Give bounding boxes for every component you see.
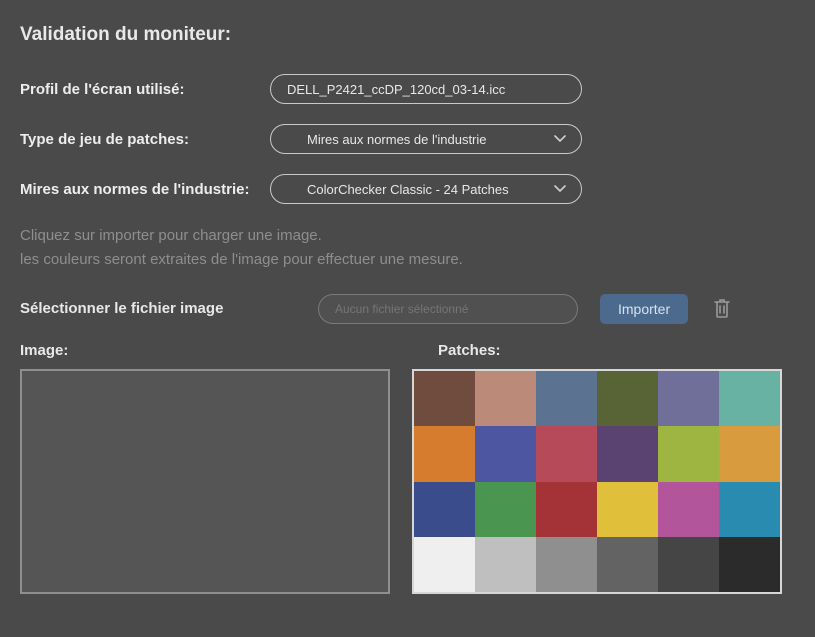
row-profile: Profil de l'écran utilisé: (20, 74, 795, 104)
panels (20, 369, 795, 594)
patch-swatch (536, 426, 597, 481)
row-select-file: Sélectionner le fichier image Importer (20, 294, 795, 324)
panels-header: Image: Patches: (20, 342, 795, 359)
patch-swatch (719, 482, 780, 537)
patch-swatch (536, 482, 597, 537)
patch-swatch (414, 426, 475, 481)
row-patchset-type: Type de jeu de patches: Mires aux normes… (20, 124, 795, 154)
patch-swatch (597, 537, 658, 592)
patches-grid (412, 369, 782, 594)
patch-swatch (719, 426, 780, 481)
delete-button[interactable] (710, 295, 734, 324)
trash-icon (712, 307, 732, 322)
label-industry-targets: Mires aux normes de l'industrie: (20, 174, 270, 202)
helper-line-1: Cliquez sur importer pour charger une im… (20, 227, 322, 244)
image-preview-panel (20, 369, 390, 594)
patch-swatch (597, 426, 658, 481)
file-input[interactable] (318, 294, 578, 324)
helper-line-2: les couleurs seront extraites de l'image… (20, 251, 463, 268)
patch-swatch (414, 371, 475, 426)
patch-swatch (658, 482, 719, 537)
label-patchset-type: Type de jeu de patches: (20, 124, 270, 152)
row-industry-targets: Mires aux normes de l'industrie: ColorCh… (20, 174, 795, 204)
patch-swatch (475, 537, 536, 592)
patch-swatch (414, 482, 475, 537)
patch-swatch (658, 537, 719, 592)
patch-swatch (597, 482, 658, 537)
patch-swatch (475, 426, 536, 481)
patch-swatch (658, 371, 719, 426)
patch-swatch (658, 426, 719, 481)
profile-input[interactable] (270, 74, 582, 104)
patch-swatch (475, 371, 536, 426)
helper-text: Cliquez sur importer pour charger une im… (20, 224, 795, 272)
patch-swatch (719, 371, 780, 426)
patch-swatch (475, 482, 536, 537)
page-title: Validation du moniteur: (20, 24, 795, 46)
patch-swatch (536, 537, 597, 592)
import-button[interactable]: Importer (600, 294, 688, 324)
patch-swatch (414, 537, 475, 592)
label-image: Image: (20, 342, 438, 359)
label-select-file: Sélectionner le fichier image (20, 298, 318, 321)
patch-swatch (597, 371, 658, 426)
label-patches: Patches: (438, 342, 501, 359)
patchset-type-select[interactable]: Mires aux normes de l'industrie (270, 124, 582, 154)
patch-swatch (719, 537, 780, 592)
patch-swatch (536, 371, 597, 426)
label-profile: Profil de l'écran utilisé: (20, 74, 270, 102)
industry-targets-select[interactable]: ColorChecker Classic - 24 Patches (270, 174, 582, 204)
